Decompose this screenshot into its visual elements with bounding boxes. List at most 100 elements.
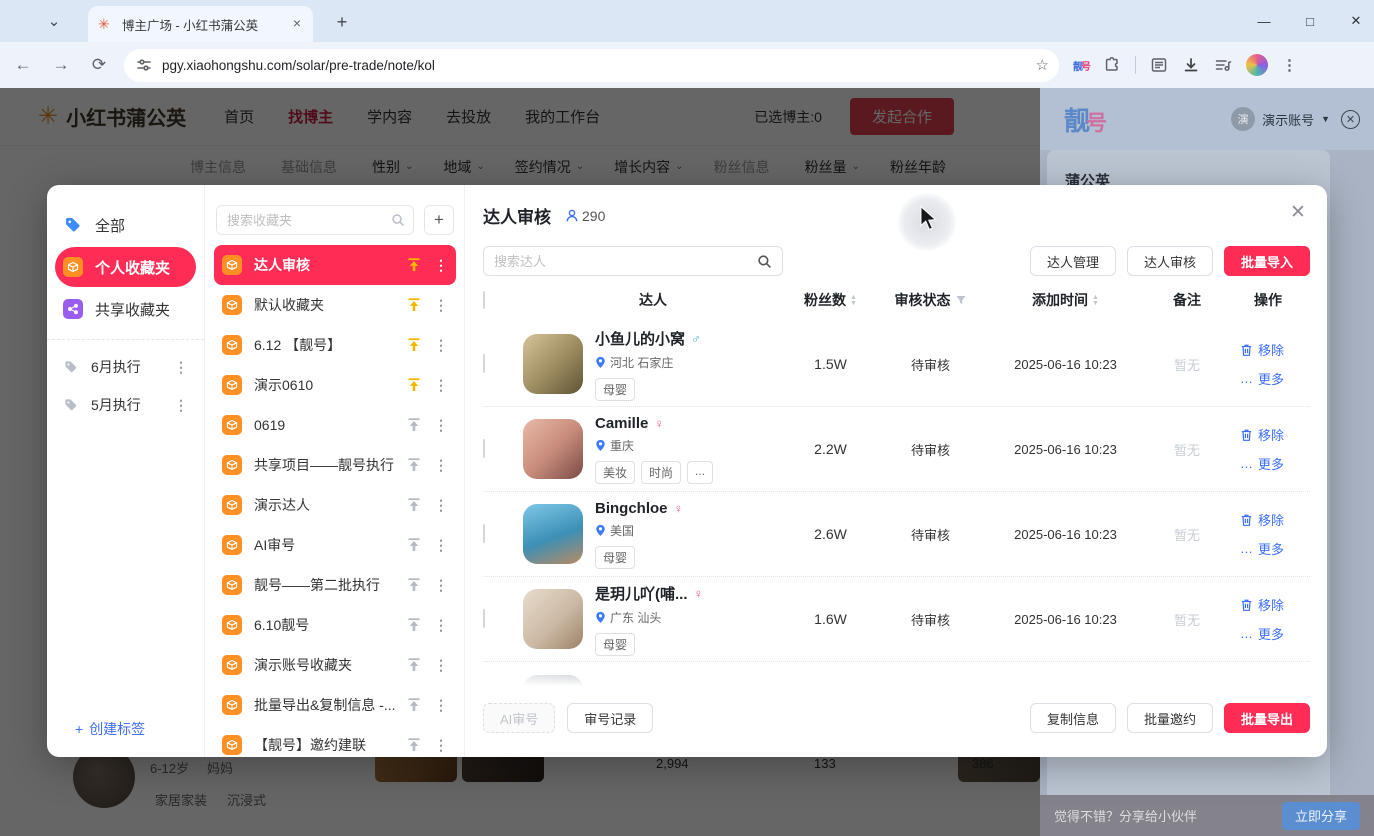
sidebar-item-personal-folders[interactable]: 个人收藏夹 bbox=[55, 247, 196, 287]
share-now-button[interactable]: 立即分享 bbox=[1282, 802, 1360, 830]
folder-item[interactable]: 共享项目——靓号执行 ⋮ bbox=[214, 445, 456, 485]
remove-link[interactable]: 移除 bbox=[1240, 595, 1284, 614]
pin-to-top-icon[interactable] bbox=[406, 337, 424, 353]
folder-item[interactable]: AI审号 ⋮ bbox=[214, 525, 456, 565]
more-options-icon[interactable]: ⋮ bbox=[434, 737, 448, 754]
more-link[interactable]: … 更多 bbox=[1240, 369, 1284, 388]
remove-link[interactable]: 移除 bbox=[1240, 425, 1284, 444]
sidebar-tag-item[interactable]: 5月执行 ⋮ bbox=[47, 386, 204, 424]
media-controls-icon[interactable] bbox=[1214, 56, 1232, 74]
footer-button[interactable]: 审号记录 bbox=[567, 703, 653, 733]
sidebar-item-shared-folders[interactable]: 共享收藏夹 bbox=[55, 289, 196, 329]
more-options-icon[interactable]: ⋮ bbox=[434, 497, 448, 514]
site-settings-icon[interactable] bbox=[136, 57, 152, 73]
folder-item[interactable]: 达人审核 ⋮ bbox=[214, 245, 456, 285]
folder-item[interactable]: 批量导出&复制信息 -... ⋮ bbox=[214, 685, 456, 725]
folder-search-input[interactable] bbox=[227, 213, 391, 228]
more-options-icon[interactable]: ⋮ bbox=[434, 697, 448, 714]
more-options-icon[interactable]: ⋮ bbox=[434, 417, 448, 434]
folder-item[interactable]: 演示达人 ⋮ bbox=[214, 485, 456, 525]
sort-icon[interactable]: ▲▼ bbox=[1092, 295, 1099, 306]
folder-item[interactable]: 靓号——第二批执行 ⋮ bbox=[214, 565, 456, 605]
row-checkbox[interactable] bbox=[483, 524, 485, 543]
maximize-icon[interactable]: □ bbox=[1300, 14, 1320, 29]
more-options-icon[interactable]: ⋮ bbox=[434, 537, 448, 554]
toolbar-button[interactable]: 批量导入 bbox=[1224, 246, 1310, 276]
url-text[interactable]: pgy.xiaohongshu.com/solar/pre-trade/note… bbox=[162, 58, 1036, 73]
folder-item[interactable]: 【靓号】邀约建联 ⋮ bbox=[214, 725, 456, 757]
footer-button[interactable]: AI审号 bbox=[483, 703, 555, 733]
panel-close-icon[interactable]: ✕ bbox=[1341, 110, 1360, 129]
extensions-puzzle-icon[interactable] bbox=[1103, 56, 1121, 74]
remove-link[interactable]: 移除 bbox=[1240, 340, 1284, 359]
add-folder-button[interactable]: + bbox=[424, 205, 454, 235]
forward-icon[interactable]: → bbox=[46, 50, 76, 80]
kol-name[interactable]: Bingchloe bbox=[595, 500, 668, 517]
folder-item[interactable]: 演示0610 ⋮ bbox=[214, 365, 456, 405]
row-checkbox[interactable] bbox=[483, 609, 485, 628]
pin-to-top-icon[interactable] bbox=[406, 577, 424, 593]
pin-to-top-icon[interactable] bbox=[406, 737, 424, 753]
footer-button[interactable]: 复制信息 bbox=[1030, 703, 1116, 733]
browser-tab[interactable]: ✳ 博主广场 - 小红书蒲公英 × bbox=[88, 6, 313, 42]
reading-list-icon[interactable] bbox=[1150, 56, 1168, 74]
pin-to-top-icon[interactable] bbox=[406, 657, 424, 673]
pin-to-top-icon[interactable] bbox=[406, 617, 424, 633]
pin-to-top-icon[interactable] bbox=[406, 697, 424, 713]
toolbar-button[interactable]: 达人管理 bbox=[1030, 246, 1116, 276]
tab-search-chevron-icon[interactable]: ⌄ bbox=[40, 8, 68, 34]
footer-button[interactable]: 批量邀约 bbox=[1127, 703, 1213, 733]
select-all-checkbox[interactable] bbox=[483, 291, 485, 309]
more-options-icon[interactable]: ⋮ bbox=[174, 359, 188, 376]
more-options-icon[interactable]: ⋮ bbox=[434, 617, 448, 634]
kol-avatar[interactable] bbox=[523, 334, 583, 394]
liangha-extension-icon[interactable]: 靓号 bbox=[1073, 58, 1089, 73]
footer-button[interactable]: 批量导出 bbox=[1224, 703, 1310, 733]
kol-search-box[interactable] bbox=[483, 246, 783, 276]
kol-avatar[interactable] bbox=[523, 589, 583, 649]
back-icon[interactable]: ← bbox=[8, 50, 38, 80]
close-window-icon[interactable]: ✕ bbox=[1346, 13, 1366, 29]
minimize-icon[interactable]: — bbox=[1254, 14, 1274, 29]
remove-link[interactable]: 移除 bbox=[1240, 510, 1284, 529]
row-checkbox[interactable] bbox=[483, 354, 485, 373]
pin-to-top-icon[interactable] bbox=[406, 297, 424, 313]
pin-to-top-icon[interactable] bbox=[406, 377, 424, 393]
folder-item[interactable]: 6.12 【靓号】 ⋮ bbox=[214, 325, 456, 365]
bookmark-star-icon[interactable]: ☆ bbox=[1036, 56, 1049, 74]
folder-item[interactable]: 6.10靓号 ⋮ bbox=[214, 605, 456, 645]
more-options-icon[interactable]: ⋮ bbox=[174, 397, 188, 414]
more-link[interactable]: … 更多 bbox=[1240, 454, 1284, 473]
sidebar-item-all[interactable]: 全部 bbox=[55, 205, 196, 245]
more-options-icon[interactable]: ⋮ bbox=[434, 257, 448, 274]
kol-name[interactable]: 小鱼儿的小窝 bbox=[595, 328, 685, 349]
sort-icon[interactable]: ▲▼ bbox=[850, 295, 857, 306]
toolbar-button[interactable]: 达人审核 bbox=[1127, 246, 1213, 276]
create-tag-button[interactable]: + 创建标签 bbox=[75, 719, 145, 739]
pin-to-top-icon[interactable] bbox=[406, 417, 424, 433]
new-tab-button[interactable]: + bbox=[330, 10, 354, 34]
more-options-icon[interactable]: ⋮ bbox=[434, 657, 448, 674]
kol-name[interactable]: Camille bbox=[595, 415, 648, 432]
row-checkbox[interactable] bbox=[483, 439, 485, 458]
address-bar[interactable]: pgy.xiaohongshu.com/solar/pre-trade/note… bbox=[124, 49, 1059, 82]
tab-close-icon[interactable]: × bbox=[289, 16, 305, 32]
folder-item[interactable]: 0619 ⋮ bbox=[214, 405, 456, 445]
pin-to-top-icon[interactable] bbox=[406, 537, 424, 553]
downloads-icon[interactable] bbox=[1182, 56, 1200, 74]
kol-avatar[interactable] bbox=[523, 504, 583, 564]
kol-name[interactable]: 是玥儿吖(哺... bbox=[595, 583, 688, 604]
sidebar-tag-item[interactable]: 6月执行 ⋮ bbox=[47, 348, 204, 386]
folder-item[interactable]: 默认收藏夹 ⋮ bbox=[214, 285, 456, 325]
pin-to-top-icon[interactable] bbox=[406, 257, 424, 273]
folder-search-box[interactable] bbox=[216, 205, 414, 235]
reload-icon[interactable]: ⟳ bbox=[84, 50, 114, 80]
more-link[interactable]: … 更多 bbox=[1240, 539, 1284, 558]
more-link[interactable]: … 更多 bbox=[1240, 624, 1284, 643]
kol-avatar[interactable] bbox=[523, 419, 583, 479]
pin-to-top-icon[interactable] bbox=[406, 457, 424, 473]
more-options-icon[interactable]: ⋮ bbox=[434, 377, 448, 394]
folder-item[interactable]: 演示账号收藏夹 ⋮ bbox=[214, 645, 456, 685]
pin-to-top-icon[interactable] bbox=[406, 497, 424, 513]
browser-profile-avatar[interactable] bbox=[1246, 54, 1268, 76]
